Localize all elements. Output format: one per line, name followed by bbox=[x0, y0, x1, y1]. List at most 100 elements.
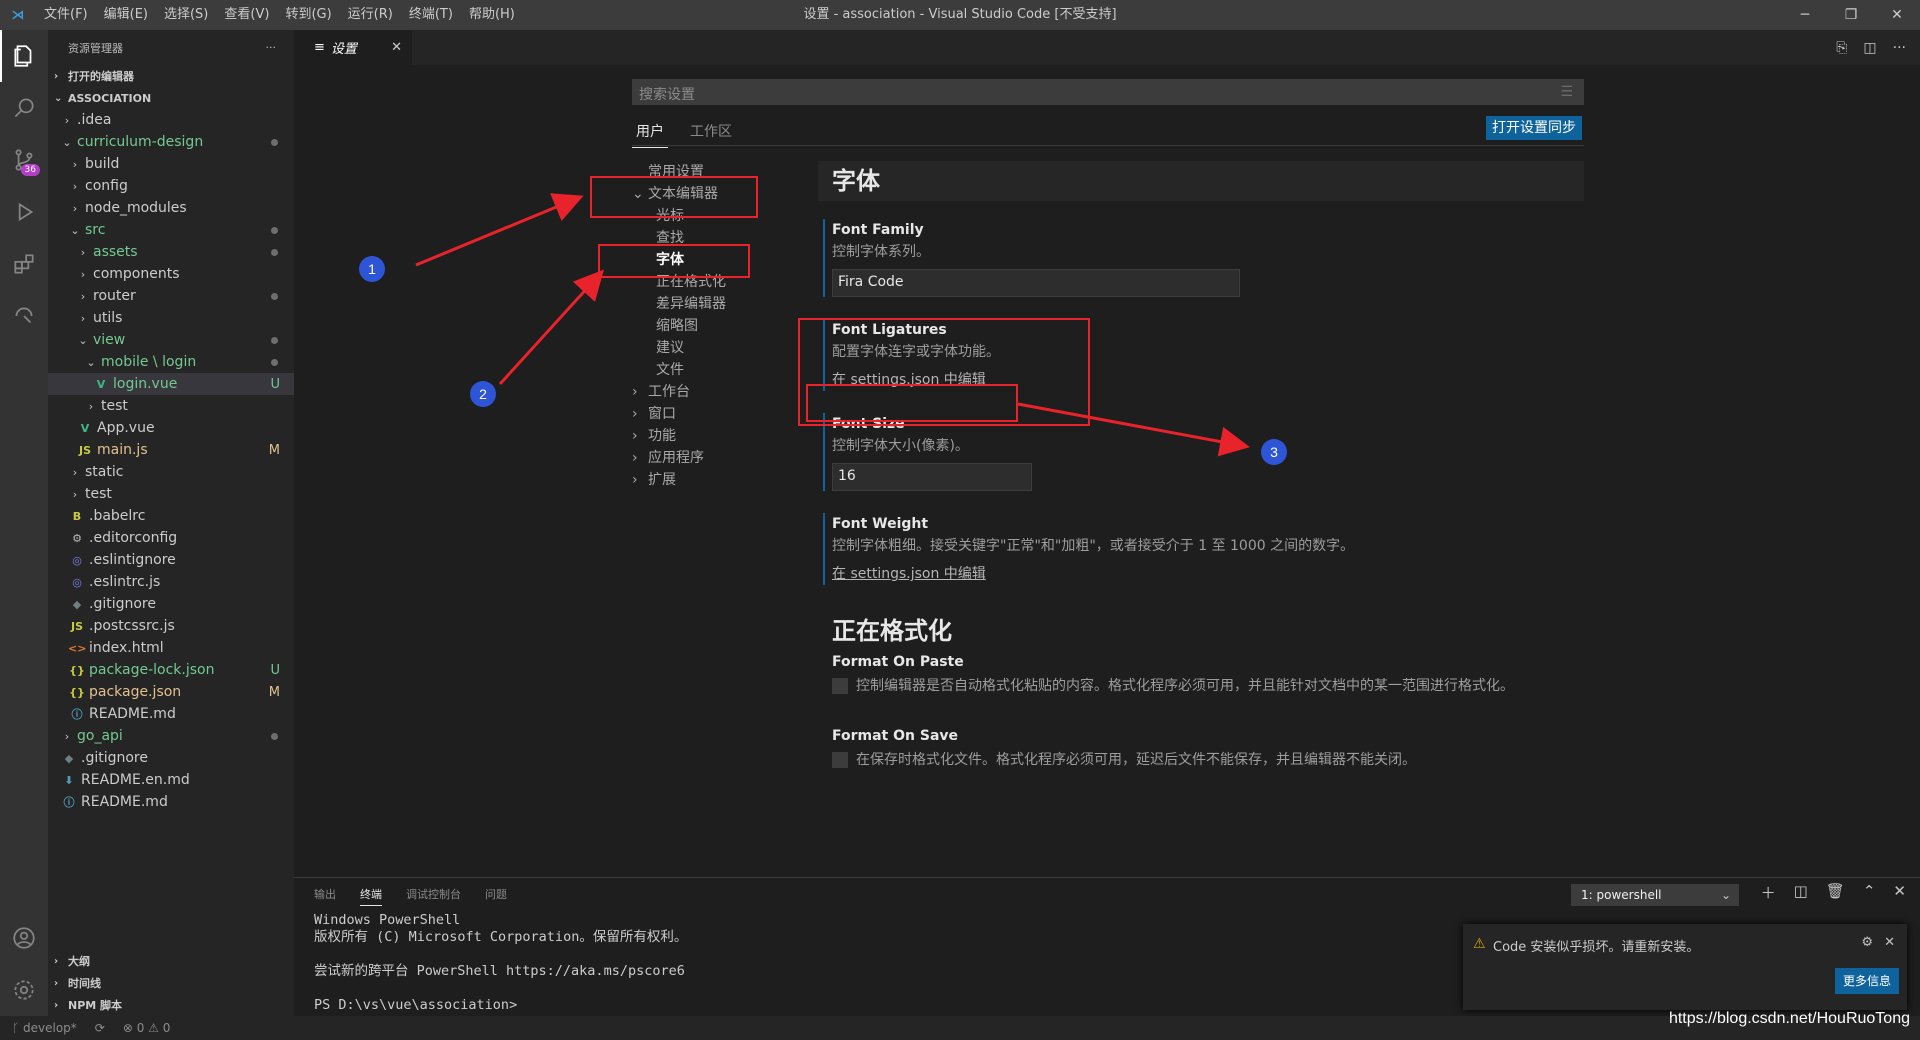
menu-item[interactable]: 终端(T) bbox=[401, 0, 461, 30]
file-tree-item[interactable]: › build bbox=[48, 153, 294, 175]
file-tree-item[interactable]: › node_modules bbox=[48, 197, 294, 219]
open-editors-section[interactable]: › 打开的编辑器 bbox=[48, 65, 294, 87]
file-tree-item[interactable]: ◆ .gitignore bbox=[48, 593, 294, 615]
split-terminal-icon[interactable]: ◫ bbox=[1794, 882, 1808, 903]
file-tree-item[interactable]: › assets bbox=[48, 241, 294, 263]
file-tree-item[interactable]: JS main.js M bbox=[48, 439, 294, 461]
file-tree-item[interactable]: ⌄ view bbox=[48, 329, 294, 351]
title-bar: ⋊ 文件(F) 编辑(E) 选择(S) 查看(V) 转到(G) 运行(R) 终端(T) 帮助(… bbox=[0, 0, 1920, 30]
account-icon[interactable] bbox=[0, 912, 48, 964]
menu-item[interactable]: 编辑(E) bbox=[96, 0, 156, 30]
panel-tab[interactable]: 输出 bbox=[314, 886, 336, 906]
file-tree-item[interactable]: V App.vue bbox=[48, 417, 294, 439]
file-tree-item[interactable]: ◆ .gitignore bbox=[48, 747, 294, 769]
file-tree-item[interactable]: ⌄ mobile \ login bbox=[48, 351, 294, 373]
file-tree-item[interactable]: ⚙ .editorconfig bbox=[48, 527, 294, 549]
format-on-paste-checkbox[interactable] bbox=[832, 678, 848, 694]
panel-tab[interactable]: 问题 bbox=[485, 886, 507, 906]
search-icon[interactable] bbox=[0, 82, 48, 134]
file-tree-item[interactable]: {} package.json M bbox=[48, 681, 294, 703]
panel-tab[interactable]: 调试控制台 bbox=[406, 886, 461, 906]
menu-item[interactable]: 转到(G) bbox=[277, 0, 339, 30]
sync-icon[interactable]: ⟳ bbox=[95, 1021, 105, 1035]
close-tab-icon[interactable]: ✕ bbox=[391, 40, 402, 55]
file-tree-item[interactable]: ◎ .eslintignore bbox=[48, 549, 294, 571]
file-tree-item[interactable]: › components bbox=[48, 263, 294, 285]
more-actions-icon[interactable]: ··· bbox=[1893, 40, 1906, 56]
file-tree-item[interactable]: ⬇ README.en.md bbox=[48, 769, 294, 791]
file-tree-item[interactable]: <> index.html bbox=[48, 637, 294, 659]
gear-icon[interactable]: ⚙ bbox=[1861, 935, 1873, 950]
file-tree-item[interactable]: › static bbox=[48, 461, 294, 483]
file-tree-item[interactable]: › router bbox=[48, 285, 294, 307]
file-tree-item[interactable]: ⌄ curriculum-design bbox=[48, 131, 294, 153]
font-family-input[interactable]: Fira Code bbox=[832, 269, 1240, 297]
font-size-input[interactable]: 16 bbox=[832, 463, 1032, 491]
terminal-output[interactable]: Windows PowerShell 版权所有 (C) Microsoft Co… bbox=[314, 912, 687, 1014]
file-tree-item[interactable]: › go_api bbox=[48, 725, 294, 747]
file-tree-item[interactable]: B .babelrc bbox=[48, 505, 294, 527]
close-window-button[interactable]: ✕ bbox=[1874, 0, 1920, 30]
minimize-button[interactable]: ─ bbox=[1782, 0, 1828, 30]
file-tree-item[interactable]: › config bbox=[48, 175, 294, 197]
toc-item[interactable]: › 功能 bbox=[632, 425, 772, 447]
file-tree-item[interactable]: ⌄ src bbox=[48, 219, 294, 241]
file-tree-item[interactable]: {} package-lock.json U bbox=[48, 659, 294, 681]
run-debug-icon[interactable] bbox=[0, 186, 48, 238]
tab-workspace[interactable]: 工作区 bbox=[686, 117, 736, 148]
source-control-icon[interactable]: 36 bbox=[0, 134, 48, 186]
settings-sync-button[interactable]: 打开设置同步 bbox=[1486, 116, 1582, 140]
terminal-select[interactable]: 1: powershell ⌄ bbox=[1571, 884, 1739, 906]
file-tree-item[interactable]: ⓘ README.md bbox=[48, 703, 294, 725]
file-tree-item[interactable]: JS .postcssrc.js bbox=[48, 615, 294, 637]
split-editor-icon[interactable]: ◫ bbox=[1863, 40, 1876, 56]
toc-item[interactable]: 缩略图 bbox=[632, 315, 772, 337]
toc-item[interactable]: › 窗口 bbox=[632, 403, 772, 425]
settings-search-input[interactable]: 搜索设置 ☰ bbox=[632, 79, 1584, 105]
panel-tab[interactable]: 终端 bbox=[360, 886, 382, 906]
file-tree-item[interactable]: ◎ .eslintrc.js bbox=[48, 571, 294, 593]
toc-item[interactable]: 差异编辑器 bbox=[632, 293, 772, 315]
branch-status[interactable]: ᚴ develop* bbox=[12, 1021, 77, 1035]
explorer-icon[interactable] bbox=[0, 30, 48, 82]
tab-settings[interactable]: ≡ 设置 ✕ bbox=[294, 30, 412, 65]
open-settings-json-icon[interactable]: ⎘ bbox=[1836, 40, 1847, 56]
file-tree-item[interactable]: Vlogin.vue U bbox=[48, 373, 294, 395]
file-tree-item[interactable]: › test bbox=[48, 483, 294, 505]
edit-in-settings-json-link[interactable]: 在 settings.json 中编辑 bbox=[832, 563, 1584, 585]
toc-item[interactable]: › 扩展 bbox=[632, 469, 772, 491]
maximize-panel-icon[interactable]: ⌃ bbox=[1863, 882, 1876, 903]
file-tree-item[interactable]: › .idea bbox=[48, 109, 294, 131]
file-tree-label: README.md bbox=[89, 706, 176, 722]
sidebar-section[interactable]: › 大纲 bbox=[48, 950, 294, 972]
close-panel-icon[interactable]: ✕ bbox=[1893, 882, 1906, 903]
menu-item[interactable]: 帮助(H) bbox=[461, 0, 523, 30]
extensions-icon[interactable] bbox=[0, 238, 48, 290]
manage-gear-icon[interactable] bbox=[0, 964, 48, 1016]
problems-status[interactable]: ⊗ 0 ⚠ 0 bbox=[123, 1021, 171, 1035]
tab-user[interactable]: 用户 bbox=[632, 117, 668, 148]
project-section[interactable]: ⌄ ASSOCIATION bbox=[48, 87, 294, 109]
more-info-button[interactable]: 更多信息 bbox=[1834, 968, 1899, 994]
file-tree-item[interactable]: › test bbox=[48, 395, 294, 417]
remote-icon[interactable] bbox=[0, 290, 48, 342]
menu-item[interactable]: 查看(V) bbox=[216, 0, 277, 30]
more-actions-icon[interactable]: ··· bbox=[266, 41, 277, 54]
file-tree-item[interactable]: › utils bbox=[48, 307, 294, 329]
sidebar-section[interactable]: › 时间线 bbox=[48, 972, 294, 994]
menu-item[interactable]: 文件(F) bbox=[36, 0, 96, 30]
toc-item[interactable]: › 工作台 bbox=[632, 381, 772, 403]
toc-item[interactable]: 文件 bbox=[632, 359, 772, 381]
close-icon[interactable]: ✕ bbox=[1884, 935, 1895, 950]
sidebar-section[interactable]: › NPM 脚本 bbox=[48, 994, 294, 1016]
maximize-button[interactable]: ❐ bbox=[1828, 0, 1874, 30]
format-on-save-checkbox[interactable] bbox=[832, 752, 848, 768]
file-tree-item[interactable]: ⓘ README.md bbox=[48, 791, 294, 813]
menu-item[interactable]: 选择(S) bbox=[156, 0, 216, 30]
trash-icon[interactable]: 🗑 bbox=[1826, 882, 1845, 903]
toc-item[interactable]: › 应用程序 bbox=[632, 447, 772, 469]
new-terminal-icon[interactable]: ＋ bbox=[1761, 882, 1776, 903]
menu-item[interactable]: 运行(R) bbox=[340, 0, 401, 30]
filter-icon[interactable]: ☰ bbox=[1560, 84, 1573, 100]
toc-item[interactable]: 建议 bbox=[632, 337, 772, 359]
